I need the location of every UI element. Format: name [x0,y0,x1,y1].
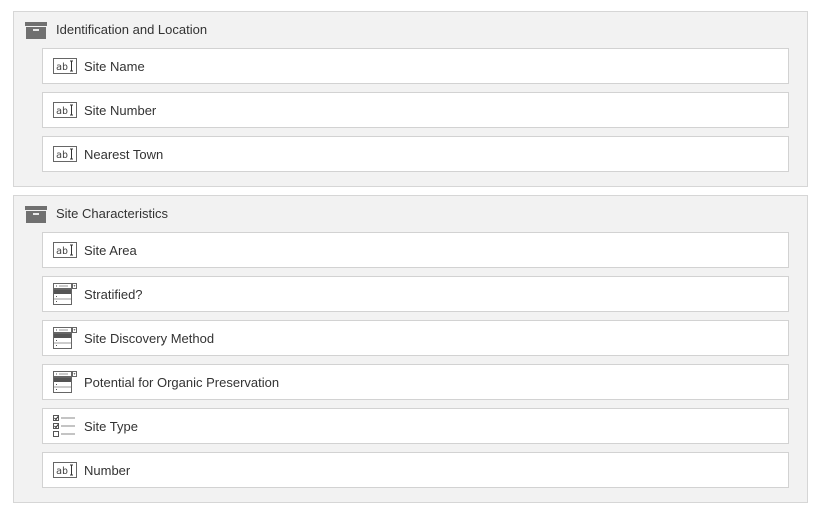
field-nearest-town[interactable]: ab Nearest Town [42,136,789,172]
section-header: Site Characteristics [25,203,168,225]
svg-text:ab: ab [56,466,68,477]
text-field-icon: ab [53,460,77,480]
section-title: Site Characteristics [56,206,168,221]
dropdown-list-icon [53,327,77,349]
section-header: Identification and Location [25,19,207,41]
field-label: Site Number [84,102,157,118]
field-label: Number [84,462,131,478]
dropdown-list-icon [53,371,77,393]
field-label: Stratified? [84,286,143,302]
checkbox-list-icon [53,415,77,437]
svg-text:ab: ab [56,62,68,73]
text-field-icon: ab [53,56,77,76]
section-title: Identification and Location [56,22,208,37]
field-site-type[interactable]: Site Type [42,408,789,444]
archive-box-icon [25,21,47,39]
field-site-area[interactable]: ab Site Area [42,232,789,268]
field-site-name[interactable]: ab Site Name [42,48,789,84]
field-stratified[interactable]: Stratified? [42,276,789,312]
text-field-icon: ab [53,100,77,120]
field-potential-for-organic-preservation[interactable]: Potential for Organic Preservation [42,364,789,400]
section-site-characteristics: Site Characteristics ab Site Area Strati… [13,195,808,503]
field-site-discovery-method[interactable]: Site Discovery Method [42,320,789,356]
svg-text:ab: ab [56,150,68,161]
field-label: Site Name [84,58,145,74]
field-label: Site Area [84,242,137,258]
field-label: Site Discovery Method [84,330,215,346]
dropdown-list-icon [53,283,77,305]
svg-text:ab: ab [56,246,68,257]
text-field-icon: ab [53,240,77,260]
section-identification-and-location: Identification and Location ab Site Name… [13,11,808,187]
field-label: Nearest Town [84,146,164,162]
svg-text:ab: ab [56,106,68,117]
field-number[interactable]: ab Number [42,452,789,488]
field-label: Potential for Organic Preservation [84,374,280,390]
text-field-icon: ab [53,144,77,164]
archive-box-icon [25,205,47,223]
field-label: Site Type [84,418,138,434]
field-site-number[interactable]: ab Site Number [42,92,789,128]
